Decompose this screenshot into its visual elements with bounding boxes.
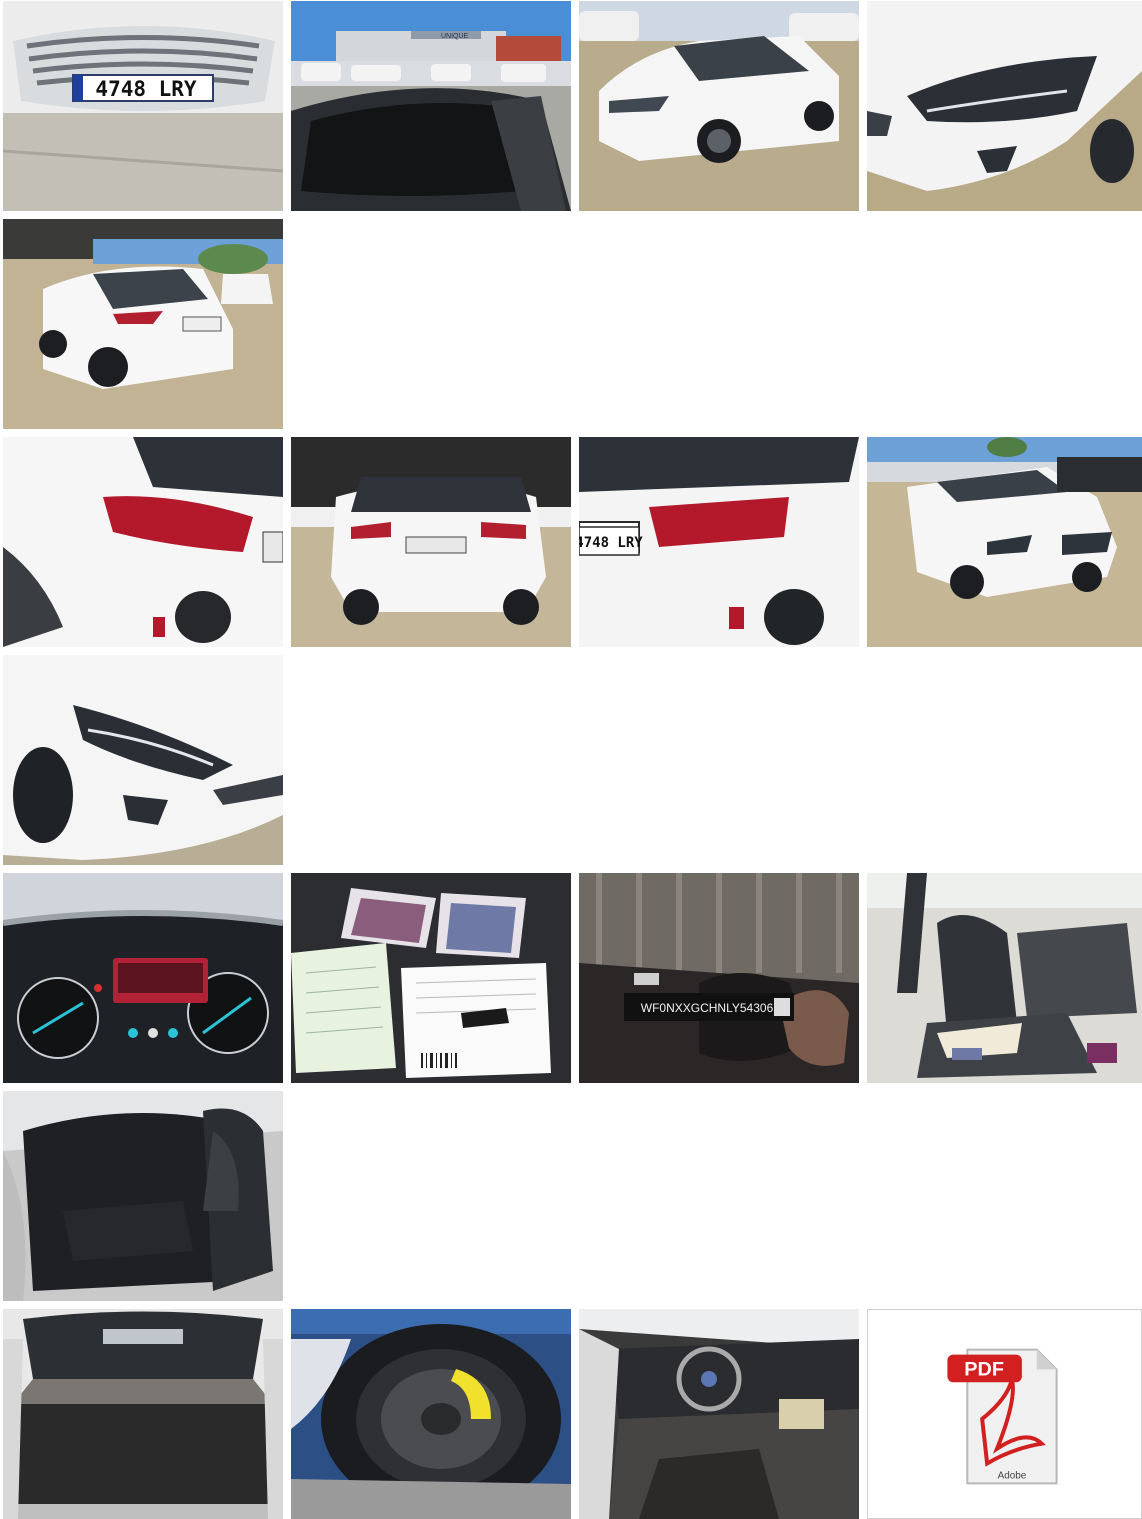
photo-left-headlight-closeup[interactable]: [3, 655, 283, 865]
photo-vin-windshield[interactable]: WF0NXXGCHNLY54306: [579, 873, 859, 1083]
dealer-sign-text: UNIQUE: [441, 33, 469, 40]
photo-rear-plate-closeup[interactable]: 4748 LRY: [579, 437, 859, 647]
photo-spare-wheel[interactable]: [291, 1309, 571, 1519]
photo-dashboard-interior[interactable]: [579, 1309, 859, 1519]
photo-rear-left-taillight[interactable]: [3, 437, 283, 647]
photo-instrument-cluster[interactable]: [3, 873, 283, 1083]
photo-documents-and-key[interactable]: [291, 873, 571, 1083]
photo-rear-seats-interior[interactable]: [3, 1091, 283, 1301]
photo-front-bumper-plate[interactable]: 4748 LRY: [3, 1, 283, 211]
photo-front-seats-interior[interactable]: [867, 873, 1142, 1083]
photo-front-left-lot[interactable]: [867, 437, 1142, 647]
photo-rear-left-view[interactable]: [3, 219, 283, 429]
front-plate-text: 4748 LRY: [95, 77, 197, 101]
photo-front-three-quarter[interactable]: [579, 1, 859, 211]
photo-right-headlight[interactable]: [867, 1, 1142, 211]
photo-car-roof-lot[interactable]: UNIQUE: [291, 1, 571, 211]
adobe-label: Adobe: [998, 1470, 1027, 1481]
photo-open-trunk[interactable]: [3, 1309, 283, 1519]
photo-rear-view-garage[interactable]: [291, 437, 571, 647]
pdf-document-link[interactable]: PDF Adobe: [867, 1309, 1142, 1519]
pdf-badge-text: PDF: [964, 1358, 1004, 1380]
rear-plate-text: 4748 LRY: [579, 535, 643, 551]
vin-text: WF0NXXGCHNLY54306: [641, 1001, 774, 1015]
